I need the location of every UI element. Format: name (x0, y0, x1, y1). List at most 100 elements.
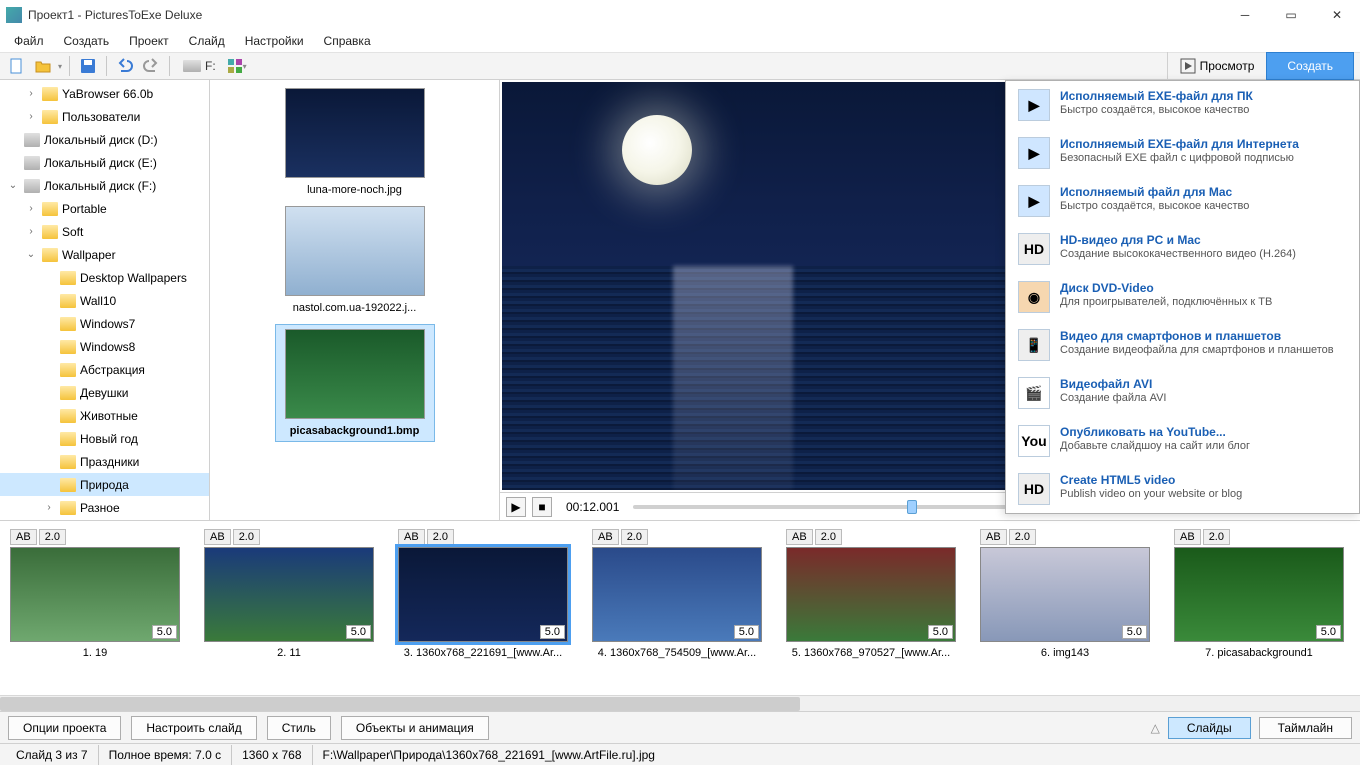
transition-badge[interactable]: AB (10, 529, 37, 545)
tree-item[interactable]: Локальный диск (D:) (0, 128, 209, 151)
transition-badge[interactable]: AB (1174, 529, 1201, 545)
tree-item[interactable]: ⌄Wallpaper (0, 243, 209, 266)
playback-handle[interactable] (907, 500, 917, 514)
tree-item[interactable]: Новый год (0, 427, 209, 450)
menu-Настройки[interactable]: Настройки (235, 32, 314, 50)
slide-item[interactable]: AB2.05.05. 1360x768_970527_[www.Ar... (786, 529, 956, 659)
tree-item[interactable]: ›Разное (0, 496, 209, 519)
slide-duration[interactable]: 5.0 (1122, 625, 1147, 639)
tree-item[interactable]: Локальный диск (E:) (0, 151, 209, 174)
slide-item[interactable]: AB2.05.06. img143 (980, 529, 1150, 659)
transition-badge[interactable]: AB (204, 529, 231, 545)
transition-time[interactable]: 2.0 (1009, 529, 1036, 545)
tree-item[interactable]: Абстракция (0, 358, 209, 381)
horizontal-scrollbar[interactable] (0, 695, 1360, 711)
transition-time[interactable]: 2.0 (815, 529, 842, 545)
publish-option[interactable]: ▶Исполняемый EXE-файл для ПКБыстро созда… (1006, 81, 1359, 129)
slide-duration[interactable]: 5.0 (152, 625, 177, 639)
thumbnail-item[interactable]: luna-more-noch.jpg (275, 88, 435, 196)
menu-Проект[interactable]: Проект (119, 32, 179, 50)
view-mode-button[interactable]: ▾ (226, 55, 248, 77)
tree-item[interactable]: Девушки (0, 381, 209, 404)
thumbnail-panel[interactable]: luna-more-noch.jpgnastol.com.ua-192022.j… (210, 80, 500, 520)
drive-selector[interactable]: F: (177, 59, 222, 73)
stop-button[interactable]: ■ (532, 497, 552, 517)
style-button[interactable]: Стиль (267, 716, 331, 740)
tree-item[interactable]: Windows7 (0, 312, 209, 335)
publish-option[interactable]: 📱Видео для смартфонов и планшетовСоздани… (1006, 321, 1359, 369)
slide-duration[interactable]: 5.0 (540, 625, 565, 639)
tab-timeline[interactable]: Таймлайн (1259, 717, 1352, 739)
publish-option[interactable]: ▶Исполняемый EXE-файл для ИнтернетаБезоп… (1006, 129, 1359, 177)
publish-option[interactable]: ◉Диск DVD-VideoДля проигрывателей, подкл… (1006, 273, 1359, 321)
menu-Создать[interactable]: Создать (54, 32, 120, 50)
collapse-icon[interactable]: △ (1151, 721, 1160, 735)
preview-button[interactable]: Просмотр (1167, 52, 1267, 80)
tab-slides[interactable]: Слайды (1168, 717, 1251, 739)
slide-item[interactable]: AB2.05.03. 1360x768_221691_[www.Ar... (398, 529, 568, 659)
tree-item[interactable]: Природа (0, 473, 209, 496)
tree-item[interactable]: Desktop Wallpapers (0, 266, 209, 289)
menu-Файл[interactable]: Файл (4, 32, 54, 50)
slide-duration[interactable]: 5.0 (1316, 625, 1341, 639)
transition-badge[interactable]: AB (398, 529, 425, 545)
chevron-icon[interactable]: › (42, 502, 56, 513)
menu-Справка[interactable]: Справка (314, 32, 381, 50)
transition-badge[interactable]: AB (592, 529, 619, 545)
slide-item[interactable]: AB2.05.01. 19 (10, 529, 180, 659)
transition-badge[interactable]: AB (980, 529, 1007, 545)
scrollbar-thumb[interactable] (0, 697, 800, 711)
status-filepath: F:\Wallpaper\Природа\1360x768_221691_[ww… (313, 745, 1355, 765)
publish-option[interactable]: YouОпубликовать на YouTube...Добавьте сл… (1006, 417, 1359, 465)
slide-duration[interactable]: 5.0 (346, 625, 371, 639)
objects-animation-button[interactable]: Объекты и анимация (341, 716, 489, 740)
tree-item[interactable]: ›Soft (0, 220, 209, 243)
open-button[interactable] (32, 55, 54, 77)
publish-option[interactable]: ▶Исполняемый файл для MacБыстро создаётс… (1006, 177, 1359, 225)
minimize-button[interactable]: ─ (1222, 0, 1268, 30)
close-button[interactable]: ✕ (1314, 0, 1360, 30)
tree-item[interactable]: Wall10 (0, 289, 209, 312)
thumbnail-item[interactable]: picasabackground1.bmp (275, 324, 435, 442)
transition-badge[interactable]: AB (786, 529, 813, 545)
tree-item[interactable]: Животные (0, 404, 209, 427)
transition-time[interactable]: 2.0 (39, 529, 66, 545)
project-options-button[interactable]: Опции проекта (8, 716, 121, 740)
publish-option[interactable]: HDCreate HTML5 videoPublish video on you… (1006, 465, 1359, 513)
chevron-icon[interactable]: › (24, 88, 38, 99)
slide-item[interactable]: AB2.05.04. 1360x768_754509_[www.Ar... (592, 529, 762, 659)
thumbnail-item[interactable]: nastol.com.ua-192022.j... (275, 206, 435, 314)
save-button[interactable] (77, 55, 99, 77)
create-button[interactable]: Создать (1266, 52, 1354, 80)
publish-option[interactable]: 🎬Видеофайл AVIСоздание файла AVI (1006, 369, 1359, 417)
chevron-icon[interactable]: › (24, 203, 38, 214)
menu-Слайд[interactable]: Слайд (179, 32, 235, 50)
slide-duration[interactable]: 5.0 (734, 625, 759, 639)
tree-item[interactable]: Праздники (0, 450, 209, 473)
transition-time[interactable]: 2.0 (233, 529, 260, 545)
slide-duration[interactable]: 5.0 (928, 625, 953, 639)
chevron-icon[interactable]: › (24, 226, 38, 237)
slide-item[interactable]: AB2.05.02. 11 (204, 529, 374, 659)
transition-time[interactable]: 2.0 (427, 529, 454, 545)
tree-item[interactable]: ›YaBrowser 66.0b (0, 82, 209, 105)
tree-label: Локальный диск (D:) (44, 133, 158, 147)
tree-item[interactable]: ›Пользователи (0, 105, 209, 128)
publish-option[interactable]: HDHD-видео для PC и MacСоздание высокока… (1006, 225, 1359, 273)
folder-tree[interactable]: ›YaBrowser 66.0b›Пользователи Локальный д… (0, 80, 210, 520)
tree-item[interactable]: ⌄Локальный диск (F:) (0, 174, 209, 197)
maximize-button[interactable]: ▭ (1268, 0, 1314, 30)
undo-button[interactable] (114, 55, 136, 77)
configure-slide-button[interactable]: Настроить слайд (131, 716, 256, 740)
new-button[interactable] (6, 55, 28, 77)
chevron-icon[interactable]: ⌄ (6, 180, 20, 191)
chevron-icon[interactable]: ⌄ (24, 249, 38, 260)
tree-item[interactable]: ›Portable (0, 197, 209, 220)
transition-time[interactable]: 2.0 (621, 529, 648, 545)
redo-button[interactable] (140, 55, 162, 77)
transition-time[interactable]: 2.0 (1203, 529, 1230, 545)
play-button[interactable]: ▶ (506, 497, 526, 517)
tree-item[interactable]: Windows8 (0, 335, 209, 358)
slide-item[interactable]: AB2.05.07. picasabackground1 (1174, 529, 1344, 659)
chevron-icon[interactable]: › (24, 111, 38, 122)
